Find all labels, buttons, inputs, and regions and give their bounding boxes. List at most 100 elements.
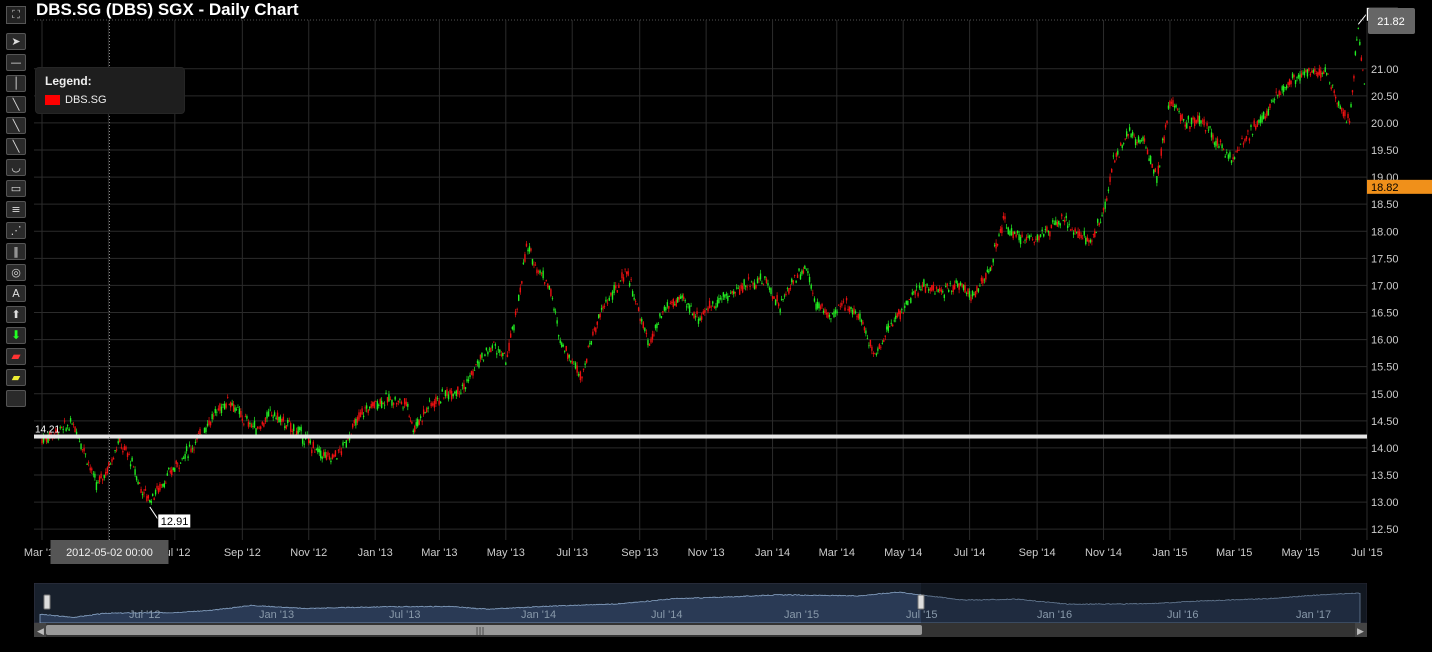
candle-body xyxy=(71,423,73,425)
candle-body xyxy=(461,384,464,386)
candle-body xyxy=(421,421,423,423)
candle-body xyxy=(914,290,916,295)
candle-body xyxy=(394,397,396,400)
navigator[interactable]: Jul '12 Jan '13 Jul '13 Jan '14 Jul '14 Jan '… xyxy=(34,583,1367,637)
candle-body xyxy=(1189,126,1191,129)
candle-body xyxy=(269,409,271,411)
candle-body xyxy=(923,279,925,287)
candle-body xyxy=(140,488,142,493)
candle-body xyxy=(101,478,104,481)
candle-body xyxy=(457,386,459,394)
candle-body xyxy=(815,303,817,310)
candle-body xyxy=(288,420,290,422)
candle-body xyxy=(1163,136,1165,143)
candle-body xyxy=(613,284,615,293)
candle-body xyxy=(974,291,977,298)
candle-body xyxy=(576,365,578,373)
candle-body xyxy=(1137,136,1140,143)
candle-body xyxy=(1236,150,1239,151)
candle-body xyxy=(915,286,918,288)
candle-body xyxy=(1266,110,1268,117)
candle-body xyxy=(1027,236,1029,238)
candle-body xyxy=(361,408,363,415)
candle-body xyxy=(534,264,537,266)
candle-body xyxy=(542,270,544,279)
candle-body xyxy=(857,313,860,319)
candle-body xyxy=(650,338,652,343)
horizontal-line[interactable] xyxy=(34,434,1367,439)
candle-body xyxy=(536,269,538,274)
price-chart[interactable]: 12.50 13.00 13.50 14.00 14.50 15.00 15.50 16.00… xyxy=(0,0,1432,652)
candle-body xyxy=(918,285,921,288)
candle-body xyxy=(750,281,753,283)
y-tick-label: 17.00 xyxy=(1371,280,1399,292)
candle-body xyxy=(1035,238,1037,240)
navigator-date-label: Jan '17 xyxy=(1296,609,1331,621)
candle-body xyxy=(637,307,640,312)
candle-body xyxy=(1102,207,1105,211)
candle-body xyxy=(1151,163,1153,168)
candle-body xyxy=(1351,90,1354,93)
candle-body xyxy=(1303,71,1306,76)
candle-body xyxy=(1142,136,1144,141)
candle-body xyxy=(949,282,951,284)
candle-body xyxy=(1059,223,1061,226)
candle-body xyxy=(917,293,919,297)
candle-body xyxy=(1302,72,1304,74)
candle-body xyxy=(937,289,939,293)
y-tick-label: 16.50 xyxy=(1371,308,1399,320)
navigator-date-label: Jul '15 xyxy=(906,609,937,621)
candle-body xyxy=(874,353,876,355)
candle-body xyxy=(411,421,413,424)
candle-body xyxy=(91,468,93,471)
candle-body xyxy=(559,340,561,344)
y-tick-label: 18.50 xyxy=(1371,199,1399,211)
candle-body xyxy=(616,290,619,293)
candle-body xyxy=(593,328,596,330)
candle-body xyxy=(409,420,412,422)
candle-body xyxy=(1282,85,1285,92)
candle-body xyxy=(768,287,771,290)
candle-body xyxy=(991,266,993,268)
candle-body xyxy=(1326,73,1328,75)
candle-body xyxy=(383,404,386,406)
candle-body xyxy=(621,272,623,279)
candle-body xyxy=(539,270,541,274)
candle-body xyxy=(971,290,974,297)
candle-body xyxy=(1219,140,1222,143)
candle-body xyxy=(791,278,793,283)
candle-body xyxy=(866,338,869,340)
candle-body xyxy=(235,409,238,411)
candle-body xyxy=(1311,70,1313,73)
navigator-date-label: Jul '16 xyxy=(1167,609,1198,621)
navigator-left-handle[interactable] xyxy=(43,594,51,610)
candle-body xyxy=(598,314,600,319)
candle-body xyxy=(146,496,148,501)
candle-body xyxy=(1083,231,1085,236)
candle-body xyxy=(921,284,924,288)
candle-body xyxy=(1044,228,1047,230)
candle-body xyxy=(272,416,274,418)
candle-body xyxy=(1115,153,1117,157)
candle-body xyxy=(1215,141,1217,147)
candle-body xyxy=(132,466,135,468)
candle-body xyxy=(508,342,510,351)
navigator-right-handle[interactable] xyxy=(917,594,925,610)
candle-body xyxy=(318,449,320,453)
candle-body xyxy=(1339,106,1341,109)
candle-body xyxy=(1062,220,1064,222)
x-tick-label: May '15 xyxy=(1281,547,1319,559)
candle-body xyxy=(1350,104,1352,108)
candle-body xyxy=(94,473,96,478)
candle-body xyxy=(450,391,453,400)
candle-body xyxy=(755,284,757,289)
candle-body xyxy=(1098,223,1100,226)
candle-body xyxy=(503,353,506,354)
candle-body xyxy=(314,451,316,453)
candle-body xyxy=(924,286,927,293)
candle-body xyxy=(438,400,440,405)
candle-body xyxy=(1061,214,1063,217)
candle-body xyxy=(1233,157,1236,160)
candle-body xyxy=(188,444,191,447)
candle-body xyxy=(282,416,285,421)
